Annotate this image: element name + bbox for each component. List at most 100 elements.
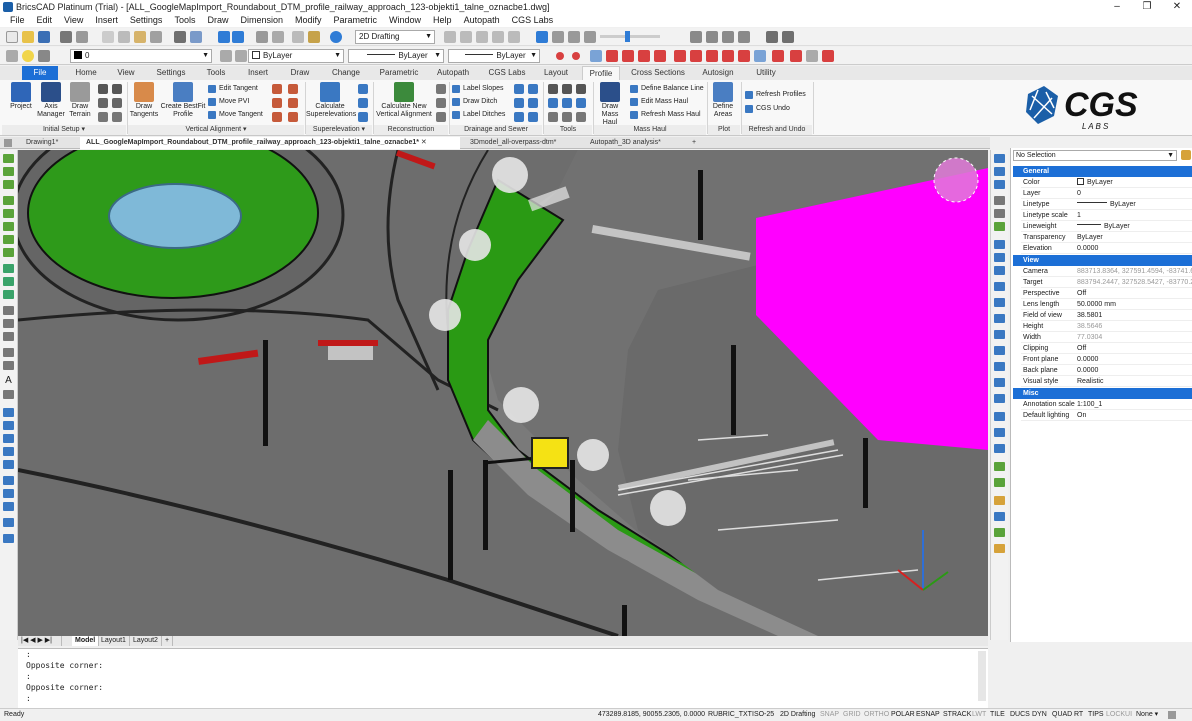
group-initial-setup[interactable]: Initial Setup ▾ — [2, 125, 126, 135]
vertical-tool-6-icon[interactable] — [288, 112, 298, 122]
model-viewport[interactable] — [18, 150, 988, 636]
doc-tab-autopath-3d[interactable]: Autopath_3D analysis* — [584, 137, 684, 149]
prop-row[interactable]: Width 77.0304 — [1021, 332, 1192, 343]
table-icon[interactable] — [3, 361, 14, 370]
prop-row[interactable]: Color ByLayer — [1021, 177, 1192, 188]
prop-row[interactable]: Lens length 50.0000 mm — [1021, 299, 1192, 310]
ellipse-icon[interactable] — [3, 222, 14, 231]
prop-row[interactable]: Clipping Off — [1021, 343, 1192, 354]
attach-icon[interactable] — [3, 421, 14, 430]
linetype-select[interactable]: ByLayer ▼ — [348, 49, 444, 63]
calculate-superelevations-button[interactable]: Calculate Superelevations — [306, 82, 356, 119]
menu-window[interactable]: Window — [383, 14, 427, 27]
menu-dimension[interactable]: Dimension — [234, 14, 289, 27]
snap-perpendicular-icon[interactable] — [690, 50, 702, 62]
move-icon[interactable] — [994, 154, 1005, 163]
tab-list-icon[interactable] — [4, 139, 12, 147]
prop-row[interactable]: Perspective Off — [1021, 288, 1192, 299]
profile-tool-3-icon[interactable] — [576, 84, 586, 94]
prop-row[interactable]: Field of view 38.5801 — [1021, 310, 1192, 321]
menu-autopath[interactable]: Autopath — [458, 14, 506, 27]
status-ducs[interactable]: DUCS — [1010, 709, 1030, 721]
reconstruction-tool-1-icon[interactable] — [436, 84, 446, 94]
move-pvi-button[interactable]: Move PVI — [208, 97, 249, 106]
dimension-icon[interactable] — [3, 476, 14, 485]
snap-settings-icon[interactable] — [806, 50, 818, 62]
doc-tab-drawing1[interactable]: Drawing1* — [20, 137, 80, 149]
arc-icon[interactable] — [3, 196, 14, 205]
group-mass-haul[interactable]: Mass Haul — [594, 125, 706, 135]
tab-autosign[interactable]: Autosign — [696, 66, 740, 80]
leader-icon[interactable] — [3, 489, 14, 498]
region-icon[interactable] — [3, 277, 14, 286]
copy-entity-icon[interactable] — [994, 167, 1005, 176]
move-tangent-button[interactable]: Move Tangent — [208, 110, 263, 119]
profile-tool-2-icon[interactable] — [562, 84, 572, 94]
profile-tool-1-icon[interactable] — [548, 84, 558, 94]
draw-ditch-button[interactable]: Draw Ditch — [452, 97, 497, 106]
circle-icon[interactable] — [3, 209, 14, 218]
layer-state-icon[interactable] — [6, 50, 18, 62]
tab-autopath[interactable]: Autopath — [430, 66, 476, 80]
quick-select-icon[interactable] — [1181, 150, 1191, 160]
status-annotation[interactable]: None ▾ — [1136, 709, 1158, 721]
menu-modify[interactable]: Modify — [289, 14, 328, 27]
group-superelevation[interactable]: Superelevation ▾ — [306, 125, 372, 135]
category-misc[interactable]: Misc — [1013, 388, 1192, 399]
tab-parametric[interactable]: Parametric — [372, 66, 426, 80]
snap-insertion-icon[interactable] — [738, 50, 750, 62]
drainage-tool-3-icon[interactable] — [514, 98, 524, 108]
tab-home[interactable]: Home — [64, 66, 108, 80]
pan-icon[interactable] — [256, 31, 268, 43]
view-top-icon[interactable] — [552, 31, 564, 43]
print-icon[interactable] — [60, 31, 72, 43]
menu-file[interactable]: File — [4, 14, 31, 27]
prop-row[interactable]: Target 883794.2447, 327528.5427, -83770.2 — [1021, 277, 1192, 288]
prop-row[interactable]: Camera 883713.8364, 327591.4594, -83741.6 — [1021, 266, 1192, 277]
group-drainage-and-sewer[interactable]: Drainage and Sewer — [450, 125, 542, 135]
prop-row[interactable]: Default lighting On — [1021, 410, 1192, 421]
prop-row[interactable]: Front plane 0.0000 — [1021, 354, 1192, 365]
tolerance-icon[interactable] — [3, 502, 14, 511]
snap-nearest-icon[interactable] — [754, 50, 766, 62]
prop-row[interactable]: Visual style Realistic — [1021, 376, 1192, 387]
layer-previous-icon[interactable] — [235, 50, 247, 62]
align-icon[interactable] — [994, 394, 1005, 403]
help-icon[interactable] — [330, 31, 342, 43]
layer-freeze-icon[interactable] — [38, 50, 50, 62]
initial-setup-tool-2-icon[interactable] — [112, 84, 122, 94]
status-tips[interactable]: TIPS — [1088, 709, 1104, 721]
rotate-icon[interactable] — [994, 180, 1005, 189]
tab-settings[interactable]: Settings — [148, 66, 194, 80]
command-line[interactable]: : Opposite corner: : Opposite corner: : — [18, 648, 988, 708]
prop-row[interactable]: Lineweight ByLayer — [1021, 221, 1192, 232]
tab-model[interactable]: Model — [72, 636, 100, 646]
center-mark-icon[interactable] — [3, 518, 14, 527]
command-prompt[interactable]: : — [26, 693, 988, 704]
prop-row[interactable]: Transparency ByLayer — [1021, 232, 1192, 243]
project-button[interactable]: Project — [6, 82, 36, 111]
fillet-icon[interactable] — [994, 346, 1005, 355]
initial-setup-tool-3-icon[interactable] — [98, 98, 108, 108]
drainage-tool-6-icon[interactable] — [528, 112, 538, 122]
revision-cloud-icon[interactable] — [3, 306, 14, 315]
polyline-icon[interactable] — [3, 167, 14, 176]
cgs-undo-button[interactable]: CGS Undo — [745, 104, 790, 113]
layer-select[interactable]: 0 ▼ — [70, 49, 212, 63]
match-properties-icon[interactable] — [150, 31, 162, 43]
snap-apparent-icon[interactable] — [606, 50, 618, 62]
prop-row[interactable]: Linetype ByLayer — [1021, 199, 1192, 210]
tab-layout[interactable]: Layout — [536, 66, 576, 80]
vertical-tool-5-icon[interactable] — [272, 112, 282, 122]
tab-layout1[interactable]: Layout1 — [98, 636, 130, 646]
vertical-tool-4-icon[interactable] — [288, 98, 298, 108]
new-file-icon[interactable] — [6, 31, 18, 43]
superelevation-tool-3-icon[interactable] — [358, 112, 368, 122]
image-icon[interactable] — [3, 434, 14, 443]
tab-view[interactable]: View — [108, 66, 144, 80]
iso-view-nw-icon[interactable] — [706, 31, 718, 43]
spline-icon[interactable] — [3, 235, 14, 244]
rectangle-icon[interactable] — [3, 180, 14, 189]
iso-view-se-icon[interactable] — [722, 31, 734, 43]
status-ortho[interactable]: ORTHO — [864, 709, 889, 721]
